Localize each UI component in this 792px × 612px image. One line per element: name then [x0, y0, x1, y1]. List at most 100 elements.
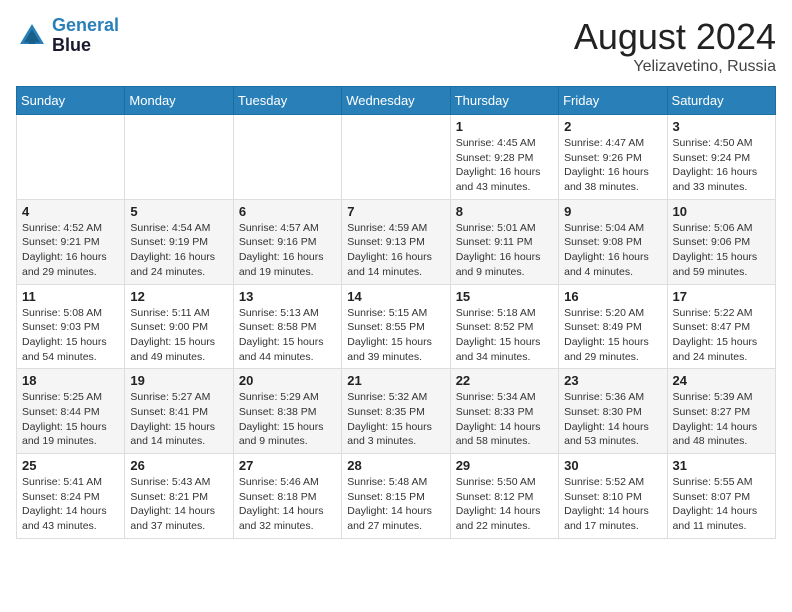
day-number: 10 — [673, 204, 770, 219]
calendar-cell — [233, 115, 341, 200]
calendar-cell: 2 Sunrise: 4:47 AM Sunset: 9:26 PM Daylig… — [559, 115, 667, 200]
day-number: 6 — [239, 204, 336, 219]
day-info: Sunrise: 4:45 AM Sunset: 9:28 PM Dayligh… — [456, 136, 553, 195]
calendar-cell: 8Sunrise: 5:01 AM Sunset: 9:11 PM Daylig… — [450, 199, 558, 284]
calendar-cell: 14 Sunrise: 5:15 AM Sunset: 8:55 PM Dayli… — [342, 284, 450, 369]
day-info: Sunrise: 5:04 AM Sunset: 9:08 PM Dayligh… — [564, 221, 661, 280]
calendar-week-2: 4 Sunrise: 4:52 AM Sunset: 9:21 PM Daylig… — [17, 199, 776, 284]
day-number: 1 — [456, 119, 553, 134]
day-info: Sunrise: 5:18 AM Sunset: 8:52 PM Dayligh… — [456, 306, 553, 365]
calendar-cell: 4 Sunrise: 4:52 AM Sunset: 9:21 PM Daylig… — [17, 199, 125, 284]
day-number: 19 — [130, 373, 227, 388]
day-info: Sunrise: 5:43 AM Sunset: 8:21 PM Dayligh… — [130, 475, 227, 534]
calendar-week-3: 11Sunrise: 5:08 AM Sunset: 9:03 PM Dayli… — [17, 284, 776, 369]
day-number: 8 — [456, 204, 553, 219]
day-info: Sunrise: 4:50 AM Sunset: 9:24 PM Dayligh… — [673, 136, 770, 195]
weekday-header-thursday: Thursday — [450, 87, 558, 115]
day-info: Sunrise: 4:54 AM Sunset: 9:19 PM Dayligh… — [130, 221, 227, 280]
calendar-cell: 7Sunrise: 4:59 AM Sunset: 9:13 PM Daylig… — [342, 199, 450, 284]
day-info: Sunrise: 5:52 AM Sunset: 8:10 PM Dayligh… — [564, 475, 661, 534]
day-number: 17 — [673, 289, 770, 304]
calendar-cell: 26 Sunrise: 5:43 AM Sunset: 8:21 PM Dayli… — [125, 454, 233, 539]
day-number: 16 — [564, 289, 661, 304]
calendar-cell: 9 Sunrise: 5:04 AM Sunset: 9:08 PM Daylig… — [559, 199, 667, 284]
day-number: 29 — [456, 458, 553, 473]
month-year: August 2024 — [574, 16, 776, 58]
calendar-cell: 16 Sunrise: 5:20 AM Sunset: 8:49 PM Dayli… — [559, 284, 667, 369]
calendar-week-1: 1 Sunrise: 4:45 AM Sunset: 9:28 PM Daylig… — [17, 115, 776, 200]
weekday-row: SundayMondayTuesdayWednesdayThursdayFrid… — [17, 87, 776, 115]
day-info: Sunrise: 5:29 AM Sunset: 8:38 PM Dayligh… — [239, 390, 336, 449]
day-info: Sunrise: 5:41 AM Sunset: 8:24 PM Dayligh… — [22, 475, 119, 534]
day-number: 23 — [564, 373, 661, 388]
calendar-cell: 17 Sunrise: 5:22 AM Sunset: 8:47 PM Dayli… — [667, 284, 775, 369]
calendar-cell — [125, 115, 233, 200]
day-info: Sunrise: 5:48 AM Sunset: 8:15 PM Dayligh… — [347, 475, 444, 534]
day-number: 9 — [564, 204, 661, 219]
calendar-cell — [17, 115, 125, 200]
day-number: 21 — [347, 373, 444, 388]
day-info: Sunrise: 5:27 AM Sunset: 8:41 PM Dayligh… — [130, 390, 227, 449]
day-number: 20 — [239, 373, 336, 388]
calendar-cell: 31Sunrise: 5:55 AM Sunset: 8:07 PM Dayli… — [667, 454, 775, 539]
calendar-cell: 13 Sunrise: 5:13 AM Sunset: 8:58 PM Dayli… — [233, 284, 341, 369]
page-header: General Blue August 2024 Yelizavetino, R… — [16, 16, 776, 76]
day-info: Sunrise: 5:36 AM Sunset: 8:30 PM Dayligh… — [564, 390, 661, 449]
day-info: Sunrise: 5:20 AM Sunset: 8:49 PM Dayligh… — [564, 306, 661, 365]
day-number: 5 — [130, 204, 227, 219]
day-info: Sunrise: 5:06 AM Sunset: 9:06 PM Dayligh… — [673, 221, 770, 280]
calendar-cell: 24Sunrise: 5:39 AM Sunset: 8:27 PM Dayli… — [667, 369, 775, 454]
day-number: 14 — [347, 289, 444, 304]
calendar-cell: 22Sunrise: 5:34 AM Sunset: 8:33 PM Dayli… — [450, 369, 558, 454]
calendar-week-4: 18 Sunrise: 5:25 AM Sunset: 8:44 PM Dayli… — [17, 369, 776, 454]
weekday-header-tuesday: Tuesday — [233, 87, 341, 115]
day-info: Sunrise: 5:32 AM Sunset: 8:35 PM Dayligh… — [347, 390, 444, 449]
calendar-cell — [342, 115, 450, 200]
calendar-table: SundayMondayTuesdayWednesdayThursdayFrid… — [16, 86, 776, 539]
calendar-cell: 21 Sunrise: 5:32 AM Sunset: 8:35 PM Dayli… — [342, 369, 450, 454]
day-info: Sunrise: 4:57 AM Sunset: 9:16 PM Dayligh… — [239, 221, 336, 280]
calendar-cell: 10 Sunrise: 5:06 AM Sunset: 9:06 PM Dayli… — [667, 199, 775, 284]
day-number: 22 — [456, 373, 553, 388]
logo: General Blue — [16, 16, 119, 56]
day-info: Sunrise: 5:08 AM Sunset: 9:03 PM Dayligh… — [22, 306, 119, 365]
day-info: Sunrise: 4:59 AM Sunset: 9:13 PM Dayligh… — [347, 221, 444, 280]
day-number: 24 — [673, 373, 770, 388]
day-info: Sunrise: 5:11 AM Sunset: 9:00 PM Dayligh… — [130, 306, 227, 365]
weekday-header-saturday: Saturday — [667, 87, 775, 115]
calendar-cell: 27Sunrise: 5:46 AM Sunset: 8:18 PM Dayli… — [233, 454, 341, 539]
day-number: 18 — [22, 373, 119, 388]
weekday-header-monday: Monday — [125, 87, 233, 115]
location: Yelizavetino, Russia — [574, 58, 776, 76]
day-number: 26 — [130, 458, 227, 473]
day-info: Sunrise: 5:13 AM Sunset: 8:58 PM Dayligh… — [239, 306, 336, 365]
day-number: 13 — [239, 289, 336, 304]
calendar-cell: 28Sunrise: 5:48 AM Sunset: 8:15 PM Dayli… — [342, 454, 450, 539]
day-info: Sunrise: 5:50 AM Sunset: 8:12 PM Dayligh… — [456, 475, 553, 534]
calendar-cell: 25Sunrise: 5:41 AM Sunset: 8:24 PM Dayli… — [17, 454, 125, 539]
calendar-cell: 1 Sunrise: 4:45 AM Sunset: 9:28 PM Daylig… — [450, 115, 558, 200]
calendar-cell: 15 Sunrise: 5:18 AM Sunset: 8:52 PM Dayli… — [450, 284, 558, 369]
day-number: 4 — [22, 204, 119, 219]
calendar-cell: 5 Sunrise: 4:54 AM Sunset: 9:19 PM Daylig… — [125, 199, 233, 284]
title-block: August 2024 Yelizavetino, Russia — [574, 16, 776, 76]
day-info: Sunrise: 5:25 AM Sunset: 8:44 PM Dayligh… — [22, 390, 119, 449]
day-info: Sunrise: 5:46 AM Sunset: 8:18 PM Dayligh… — [239, 475, 336, 534]
calendar-cell: 18 Sunrise: 5:25 AM Sunset: 8:44 PM Dayli… — [17, 369, 125, 454]
day-info: Sunrise: 4:47 AM Sunset: 9:26 PM Dayligh… — [564, 136, 661, 195]
calendar-cell: 6 Sunrise: 4:57 AM Sunset: 9:16 PM Daylig… — [233, 199, 341, 284]
calendar-cell: 20 Sunrise: 5:29 AM Sunset: 8:38 PM Dayli… — [233, 369, 341, 454]
calendar-week-5: 25Sunrise: 5:41 AM Sunset: 8:24 PM Dayli… — [17, 454, 776, 539]
calendar-cell: 3Sunrise: 4:50 AM Sunset: 9:24 PM Daylig… — [667, 115, 775, 200]
day-number: 15 — [456, 289, 553, 304]
day-info: Sunrise: 5:15 AM Sunset: 8:55 PM Dayligh… — [347, 306, 444, 365]
day-number: 30 — [564, 458, 661, 473]
day-number: 2 — [564, 119, 661, 134]
logo-icon — [16, 20, 48, 52]
calendar-cell: 11Sunrise: 5:08 AM Sunset: 9:03 PM Dayli… — [17, 284, 125, 369]
day-info: Sunrise: 4:52 AM Sunset: 9:21 PM Dayligh… — [22, 221, 119, 280]
weekday-header-friday: Friday — [559, 87, 667, 115]
calendar-header: SundayMondayTuesdayWednesdayThursdayFrid… — [17, 87, 776, 115]
weekday-header-wednesday: Wednesday — [342, 87, 450, 115]
day-info: Sunrise: 5:22 AM Sunset: 8:47 PM Dayligh… — [673, 306, 770, 365]
